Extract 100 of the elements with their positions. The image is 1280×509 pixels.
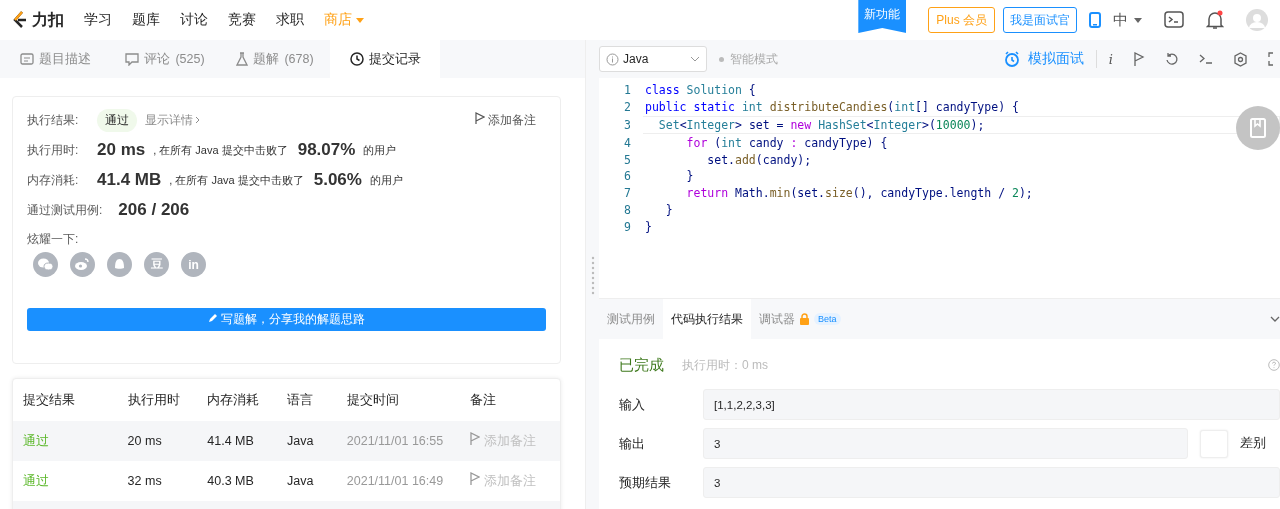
add-note-link[interactable]: 添加备注 xyxy=(466,472,560,490)
tab[interactable]: 题解 (678) xyxy=(220,40,330,78)
tablet-icon[interactable] xyxy=(1089,12,1101,28)
code-line: public static int distributeCandies(int[] candyType) { xyxy=(645,100,1019,115)
stat-percent: 98.07% xyxy=(297,140,356,160)
nav-link[interactable]: 求职 xyxy=(276,11,304,29)
details-link[interactable]: 显示详情 xyxy=(145,111,193,129)
flask-icon xyxy=(236,52,249,66)
table-cell-text: Java xyxy=(287,434,315,448)
terminal-icon[interactable] xyxy=(1164,11,1184,29)
column-header: 提交时间 xyxy=(346,391,400,409)
column-header: 语言 xyxy=(287,391,314,409)
status-link[interactable]: 通过 xyxy=(13,432,128,450)
alarm-clock-icon[interactable] xyxy=(1003,51,1020,67)
smart-mode-toggle[interactable]: 智能模式 xyxy=(719,50,778,68)
nav-link[interactable]: 竞赛 xyxy=(228,11,256,29)
flag-icon xyxy=(474,111,485,124)
share-button[interactable]: 豆 xyxy=(144,252,169,277)
column-header: 内存消耗 xyxy=(207,391,261,409)
notification-bell-icon[interactable] xyxy=(1206,10,1224,30)
line-number: 6 xyxy=(623,169,631,184)
share-button[interactable]: in xyxy=(181,252,206,277)
table-cell-text: 32 ms xyxy=(127,474,163,488)
console-tab[interactable]: 测试用例 xyxy=(599,299,663,339)
plus-member-button[interactable]: Plus 会员 xyxy=(928,7,995,33)
interviewer-button[interactable]: 我是面试官 xyxy=(1003,7,1077,33)
bookmark-button[interactable] xyxy=(1236,106,1280,150)
caret-icon xyxy=(356,17,364,23)
nav-link[interactable]: 题库 xyxy=(132,11,160,29)
logo-icon[interactable] xyxy=(12,10,28,30)
language-select[interactable]: Java xyxy=(599,46,707,72)
logo-text[interactable]: 力扣 xyxy=(32,9,64,31)
line-number: 3 xyxy=(623,118,631,132)
flag-icon xyxy=(470,432,481,445)
console-icon[interactable] xyxy=(1199,53,1213,65)
line-number: 1 xyxy=(623,83,631,98)
code-line: } xyxy=(645,219,652,234)
stat-suffix: 的用户 xyxy=(369,172,403,188)
result-field: [1,1,2,2,3,3] xyxy=(703,389,1280,420)
column-header: 提交结果 xyxy=(22,391,76,409)
column-header: 执行用时 xyxy=(127,391,181,409)
status-link[interactable]: 通过 xyxy=(13,472,128,490)
reset-icon[interactable] xyxy=(1165,52,1179,66)
result-field: 3 xyxy=(703,428,1188,459)
tab[interactable]: 评论 (525) xyxy=(110,40,220,78)
new-feature-ribbon[interactable]: 新功能 xyxy=(858,0,907,33)
beta-badge: Beta xyxy=(814,313,841,325)
code-line: set.add(candy); xyxy=(706,152,812,167)
penguin-icon[interactable] xyxy=(107,252,132,277)
caret-icon xyxy=(1134,17,1142,23)
help-icon[interactable] xyxy=(1268,359,1280,371)
card-icon xyxy=(19,53,34,65)
stat-value: 20 ms xyxy=(97,140,146,160)
write-solution-button[interactable]: 写题解，分享我的解题思路 xyxy=(27,308,546,331)
tests-label: 通过测试用例: xyxy=(27,201,103,219)
console-tab[interactable]: 调试器 Beta xyxy=(751,299,849,339)
tests-value: 206 / 206 xyxy=(118,200,190,220)
mock-interview-link[interactable]: 模拟面试 xyxy=(1027,50,1084,68)
column-header: 备注 xyxy=(469,391,498,409)
table-cell-text: 2021/11/01 16:49 xyxy=(346,474,445,488)
stat-percent: 5.06% xyxy=(313,170,362,190)
chevron-down-icon xyxy=(690,56,700,62)
field-label: 预期结果 xyxy=(619,473,672,492)
table-cell-text: 20 ms xyxy=(127,434,163,448)
tab[interactable]: 题目描述 xyxy=(0,40,110,78)
comment-icon xyxy=(125,52,140,66)
runtime-text: 执行用时：0 ms xyxy=(682,356,768,374)
chat-bubbles-icon[interactable] xyxy=(33,252,58,277)
pencil-icon xyxy=(207,313,218,323)
chevron-right-icon xyxy=(195,116,200,124)
flag-icon[interactable] xyxy=(1133,52,1145,66)
code-line: } xyxy=(685,169,694,184)
stat-description: , 在所有 Java 提交中击败了 xyxy=(169,172,304,188)
eye-swirl-icon[interactable] xyxy=(70,252,95,277)
language-selector[interactable]: 中 xyxy=(1113,10,1128,30)
field-label: 输入 xyxy=(619,395,646,414)
tab[interactable]: 提交记录 xyxy=(330,40,440,78)
table-cell-text: 41.4 MB xyxy=(207,434,255,448)
drag-handle-icon[interactable] xyxy=(590,254,595,295)
console-tab[interactable]: 代码执行结果 xyxy=(663,299,751,339)
settings-icon[interactable] xyxy=(1233,51,1248,67)
chevron-down-icon[interactable] xyxy=(1270,316,1280,322)
info-button[interactable]: i xyxy=(1108,51,1113,67)
shop-link[interactable]: 商店 xyxy=(324,11,352,29)
table-cell-text: 2021/11/01 16:55 xyxy=(346,434,445,448)
code-line: return Math.min(set.size(), candyType.length / 2); xyxy=(685,186,1033,201)
code-line: for (int candy : candyType) { xyxy=(685,135,888,150)
line-number: 9 xyxy=(623,219,631,234)
info-icon xyxy=(606,52,619,66)
code-line: } xyxy=(664,202,673,217)
add-note-link[interactable]: 添加备注 xyxy=(474,111,536,129)
line-number: 8 xyxy=(623,202,631,217)
nav-link[interactable]: 讨论 xyxy=(180,11,208,29)
stat-suffix: 的用户 xyxy=(363,142,397,158)
nav-link[interactable]: 学习 xyxy=(84,11,112,29)
result-field: 3 xyxy=(703,467,1280,498)
share-label: 炫耀一下: xyxy=(27,231,80,248)
line-number: 2 xyxy=(623,100,631,115)
status-badge: 通过 xyxy=(97,108,137,132)
stat-description: , 在所有 Java 提交中击败了 xyxy=(153,142,288,158)
